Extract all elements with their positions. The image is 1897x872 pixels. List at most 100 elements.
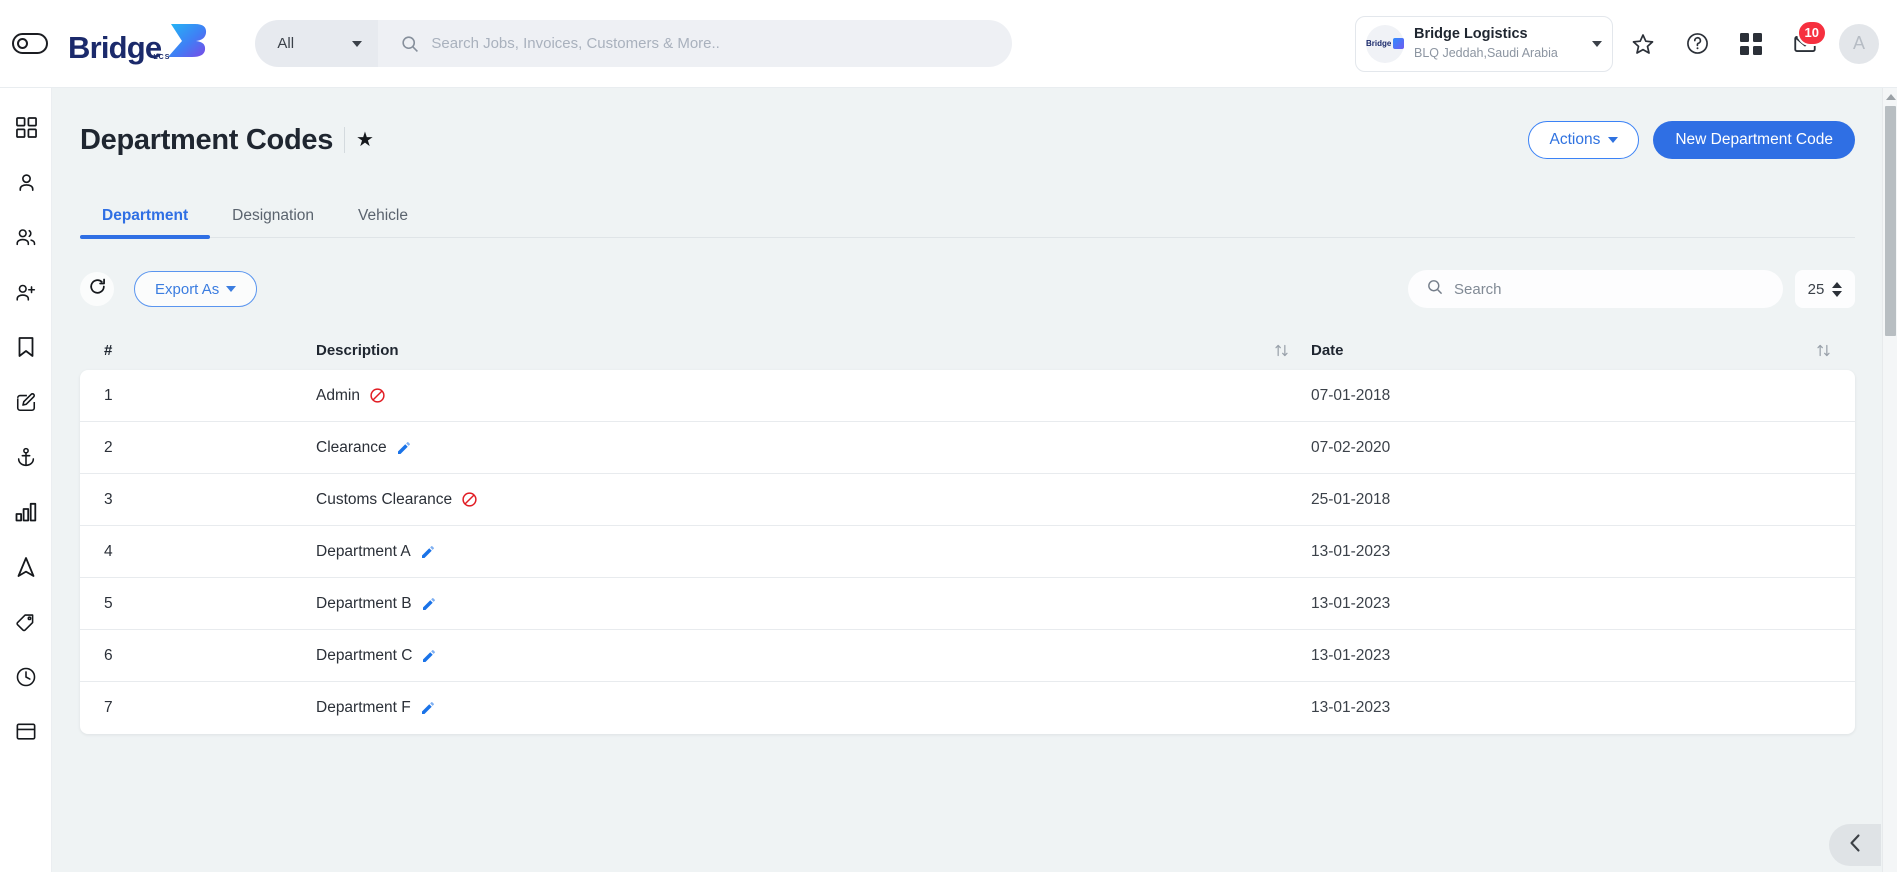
- sidebar-item-bookmark[interactable]: [0, 322, 52, 377]
- sort-icon[interactable]: [1274, 343, 1289, 358]
- chevron-down-icon: [352, 40, 363, 47]
- sidebar-item-edit[interactable]: [0, 377, 52, 432]
- edit-pencil-icon[interactable]: [396, 440, 412, 456]
- row-description-cell: Department C: [316, 647, 1311, 665]
- scrollbar-thumb[interactable]: [1885, 106, 1896, 336]
- column-header-date[interactable]: Date: [1311, 342, 1831, 359]
- tab-bar: Department Designation Vehicle: [80, 194, 1855, 239]
- search-scope-label: All: [277, 35, 295, 52]
- bookmark-icon: [16, 336, 36, 363]
- row-description-cell: Admin: [316, 387, 1311, 405]
- new-department-code-button[interactable]: New Department Code: [1653, 121, 1855, 159]
- brand-mark-icon: LCS: [153, 22, 211, 61]
- sidebar-item-person[interactable]: [0, 157, 52, 212]
- row-number: 7: [104, 699, 113, 716]
- organization-text: Bridge Logistics BLQ Jeddah,Saudi Arabia: [1414, 26, 1592, 61]
- apps-grid-icon[interactable]: [1727, 20, 1775, 68]
- table-header-row: # Description Date: [80, 330, 1855, 370]
- org-logo-text: Bridge: [1366, 39, 1392, 48]
- blocked-icon[interactable]: [369, 387, 386, 404]
- main-content: Department Codes ★ Actions New Departmen…: [52, 88, 1897, 872]
- panel-collapse-button[interactable]: [1829, 824, 1881, 866]
- search-scope-dropdown[interactable]: All: [255, 20, 379, 67]
- table-toolbar: Export As 25: [80, 266, 1855, 312]
- edit-pencil-icon[interactable]: [421, 648, 437, 664]
- organization-name: Bridge Logistics: [1414, 26, 1528, 42]
- sidebar-item-history[interactable]: [0, 652, 52, 707]
- table-search-input[interactable]: [1454, 280, 1765, 298]
- table-row[interactable]: 7 Department F 13-01-2023: [80, 682, 1855, 734]
- refresh-icon: [88, 277, 107, 301]
- tab-vehicle[interactable]: Vehicle: [336, 207, 430, 237]
- export-as-button[interactable]: Export As: [134, 271, 258, 307]
- organization-selector[interactable]: Bridge Bridge Logistics BLQ Jeddah,Saudi…: [1355, 15, 1613, 72]
- brand-logo[interactable]: Bridge LCS: [68, 22, 211, 66]
- star-icon[interactable]: [1619, 20, 1667, 68]
- sort-icon[interactable]: [1816, 343, 1831, 358]
- org-logo-square: [1393, 38, 1404, 49]
- dashboard-grid-icon: [15, 116, 37, 143]
- table-row[interactable]: 6 Department C 13-01-2023: [80, 630, 1855, 682]
- edit-square-icon: [15, 391, 37, 418]
- sidebar-item-anchor[interactable]: [0, 432, 52, 487]
- sidebar-item-navigation[interactable]: [0, 542, 52, 597]
- scroll-up-arrow-icon[interactable]: [1886, 94, 1896, 100]
- row-number: 3: [104, 490, 113, 508]
- global-search-input[interactable]: [431, 35, 1013, 52]
- page-size-stepper[interactable]: 25: [1795, 270, 1855, 308]
- bar-chart-icon: [15, 502, 37, 527]
- row-number: 6: [104, 646, 113, 664]
- search-icon: [400, 34, 419, 53]
- sidebar-item-add-person[interactable]: [0, 267, 52, 322]
- organization-location: BLQ Jeddah,Saudi Arabia: [1414, 46, 1558, 60]
- mail-unread-badge: 10: [1796, 19, 1827, 46]
- page-header: Department Codes ★ Actions New Departmen…: [52, 88, 1897, 164]
- sidebar-item-reports[interactable]: [0, 487, 52, 542]
- row-description-cell: Department A: [316, 543, 1311, 561]
- column-header-number[interactable]: #: [104, 342, 316, 359]
- people-icon: [14, 225, 38, 254]
- mail-icon[interactable]: 10: [1781, 19, 1829, 68]
- chevron-down-icon: [226, 286, 237, 292]
- sidebar-item-window[interactable]: [0, 707, 52, 762]
- edit-pencil-icon[interactable]: [420, 544, 436, 560]
- tab-department[interactable]: Department: [80, 207, 211, 239]
- sidebar-item-people[interactable]: [0, 212, 52, 267]
- blocked-icon[interactable]: [461, 491, 478, 508]
- table-row[interactable]: 2 Clearance 07-02-2020: [80, 422, 1855, 474]
- table-row[interactable]: 1 Admin 07-01-2018: [80, 370, 1855, 422]
- title-separator: [344, 127, 346, 153]
- vertical-scrollbar[interactable]: [1882, 88, 1897, 872]
- actions-button-label: Actions: [1549, 131, 1601, 148]
- row-number: 1: [104, 386, 113, 404]
- row-date: 07-02-2020: [1311, 438, 1391, 456]
- chevron-down-icon: [1608, 137, 1619, 143]
- stepper-arrows-icon: [1832, 281, 1843, 297]
- export-as-label: Export As: [155, 280, 220, 298]
- avatar[interactable]: A: [1839, 23, 1879, 64]
- global-search-bar: All: [255, 20, 1013, 67]
- tab-designation[interactable]: Designation: [210, 207, 336, 237]
- row-description: Customs Clearance: [316, 490, 453, 508]
- refresh-button[interactable]: [80, 272, 114, 306]
- sidebar-item-tags[interactable]: [0, 597, 52, 652]
- edit-pencil-icon[interactable]: [421, 596, 437, 612]
- table-row[interactable]: 5 Department B 13-01-2023: [80, 578, 1855, 630]
- help-circle-icon[interactable]: [1673, 20, 1721, 68]
- favorite-star-icon[interactable]: ★: [356, 130, 374, 150]
- column-header-description[interactable]: Description: [316, 342, 1311, 359]
- row-number: 4: [104, 542, 113, 560]
- table-row[interactable]: 4 Department A 13-01-2023: [80, 526, 1855, 578]
- chevron-down-icon[interactable]: [1592, 40, 1602, 47]
- sidebar-item-dashboard[interactable]: [0, 102, 52, 157]
- navigation-arrow-icon: [16, 556, 36, 583]
- row-date: 07-01-2018: [1311, 386, 1391, 404]
- actions-button[interactable]: Actions: [1528, 121, 1640, 159]
- edit-pencil-icon[interactable]: [420, 700, 436, 716]
- row-description: Department C: [316, 646, 413, 664]
- row-date: 13-01-2023: [1311, 646, 1391, 664]
- table-body: 1 Admin 07-01-2018 2 Clearance 07-02-2020 3 Cus…: [80, 370, 1855, 734]
- table-row[interactable]: 3 Customs Clearance 25-01-2018: [80, 474, 1855, 526]
- row-number: 5: [104, 594, 113, 612]
- sidebar-toggle-icon[interactable]: [12, 33, 48, 54]
